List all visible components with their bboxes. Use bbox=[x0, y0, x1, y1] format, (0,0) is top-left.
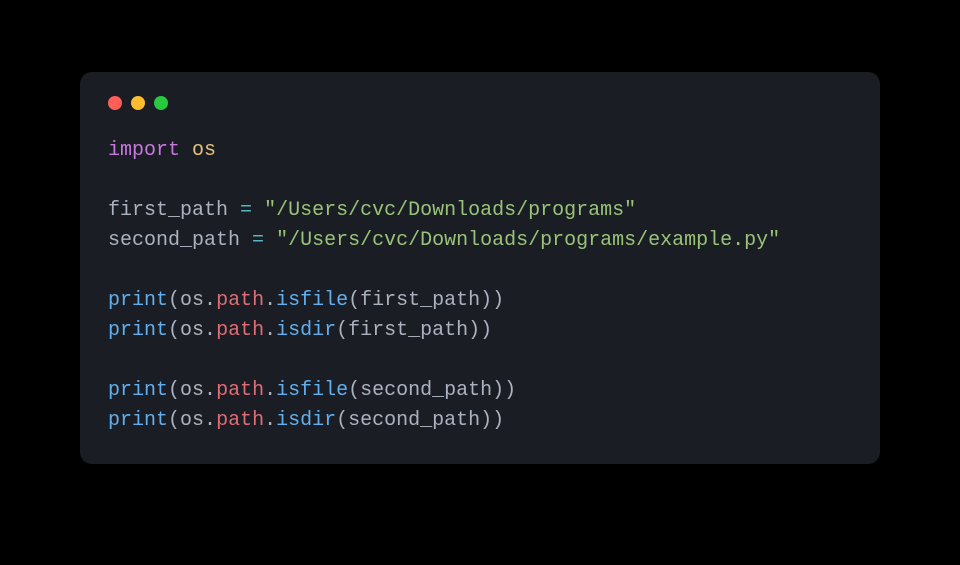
code-line bbox=[108, 346, 852, 376]
close-icon[interactable] bbox=[108, 96, 122, 110]
code-window: import os first_path = "/Users/cvc/Downl… bbox=[80, 72, 880, 464]
code-token-op: = bbox=[240, 199, 252, 222]
code-token-punct: . bbox=[204, 409, 216, 432]
code-token-func: isdir bbox=[276, 319, 336, 342]
code-line: print(os.path.isfile(first_path)) bbox=[108, 286, 852, 316]
code-token-func: isfile bbox=[276, 379, 348, 402]
code-block: import os first_path = "/Users/cvc/Downl… bbox=[108, 136, 852, 436]
code-token-ident: os bbox=[180, 319, 204, 342]
code-token-func: isdir bbox=[276, 409, 336, 432]
code-line: second_path = "/Users/cvc/Downloads/prog… bbox=[108, 226, 852, 256]
code-token-punct: ( bbox=[348, 289, 360, 312]
code-token-punct: ( bbox=[168, 409, 180, 432]
code-token-punct: . bbox=[204, 289, 216, 312]
code-token-ident: second_path bbox=[360, 379, 492, 402]
code-token-punct: ( bbox=[168, 289, 180, 312]
code-token-punct: . bbox=[264, 289, 276, 312]
code-token-func: print bbox=[108, 409, 168, 432]
code-token-punct: ( bbox=[336, 319, 348, 342]
code-token-ident: os bbox=[180, 379, 204, 402]
code-token-punct: ( bbox=[168, 379, 180, 402]
code-token-attr: path bbox=[216, 409, 264, 432]
code-token-ident: os bbox=[180, 409, 204, 432]
code-line: print(os.path.isdir(second_path)) bbox=[108, 406, 852, 436]
code-token-ident: os bbox=[180, 289, 204, 312]
code-token-punct: . bbox=[264, 319, 276, 342]
code-token-func: print bbox=[108, 319, 168, 342]
code-line: import os bbox=[108, 136, 852, 166]
code-token-attr: path bbox=[216, 289, 264, 312]
code-token-punct: . bbox=[204, 379, 216, 402]
code-line bbox=[108, 256, 852, 286]
code-line bbox=[108, 166, 852, 196]
code-token-punct: . bbox=[264, 409, 276, 432]
code-token-ident: second_path bbox=[108, 229, 252, 252]
window-controls bbox=[108, 96, 852, 110]
code-token-attr: path bbox=[216, 379, 264, 402]
code-line: print(os.path.isdir(first_path)) bbox=[108, 316, 852, 346]
minimize-icon[interactable] bbox=[131, 96, 145, 110]
code-token-func: print bbox=[108, 289, 168, 312]
code-token-func: print bbox=[108, 379, 168, 402]
code-token-punct: . bbox=[204, 319, 216, 342]
code-token-ident: first_path bbox=[360, 289, 480, 312]
code-token-func: isfile bbox=[276, 289, 348, 312]
code-token-ident: first_path bbox=[348, 319, 468, 342]
code-line: first_path = "/Users/cvc/Downloads/progr… bbox=[108, 196, 852, 226]
code-line: print(os.path.isfile(second_path)) bbox=[108, 376, 852, 406]
code-token-punct: )) bbox=[480, 409, 504, 432]
code-token-punct: ( bbox=[168, 319, 180, 342]
code-token-punct: )) bbox=[492, 379, 516, 402]
code-token-ident bbox=[264, 229, 276, 252]
code-token-string: "/Users/cvc/Downloads/programs/example.p… bbox=[276, 229, 780, 252]
code-token-ident: first_path bbox=[108, 199, 240, 222]
code-token-punct: )) bbox=[468, 319, 492, 342]
code-token-punct: )) bbox=[480, 289, 504, 312]
code-token-op: = bbox=[252, 229, 264, 252]
code-token-punct: ( bbox=[348, 379, 360, 402]
code-token-punct: . bbox=[264, 379, 276, 402]
code-token-ident: second_path bbox=[348, 409, 480, 432]
code-token-keyword: import bbox=[108, 139, 180, 162]
code-token-ident bbox=[180, 139, 192, 162]
code-token-string: "/Users/cvc/Downloads/programs" bbox=[264, 199, 636, 222]
code-token-punct: ( bbox=[336, 409, 348, 432]
code-token-module: os bbox=[192, 139, 216, 162]
code-token-attr: path bbox=[216, 319, 264, 342]
code-token-ident bbox=[252, 199, 264, 222]
maximize-icon[interactable] bbox=[154, 96, 168, 110]
